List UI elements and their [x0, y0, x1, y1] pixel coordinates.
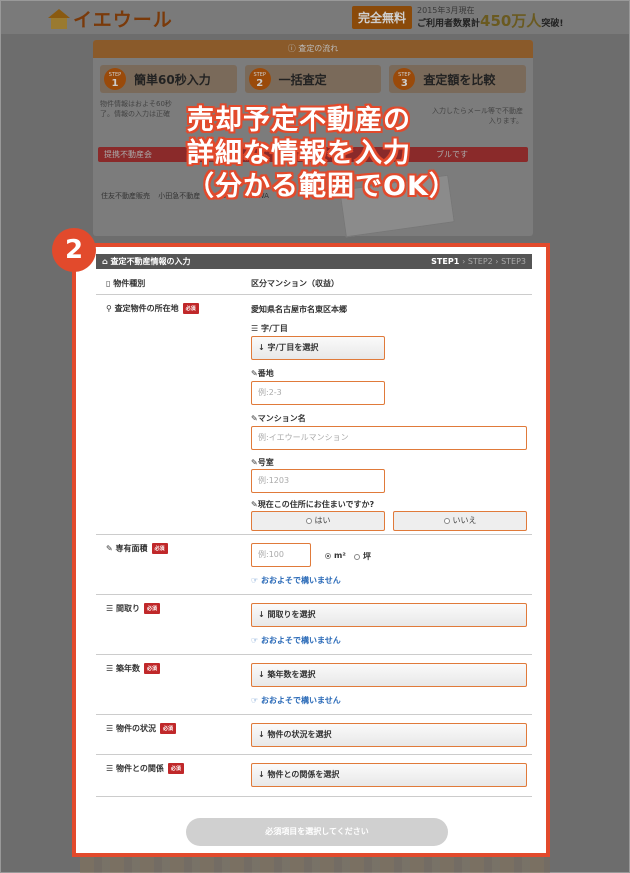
step-2-icon: STEP 2: [248, 68, 271, 90]
hand-pointer-icon: ☞: [251, 636, 259, 645]
row-property-type: ▯ 物件種別 区分マンション（収益）: [96, 269, 532, 295]
pencil-icon: ✎: [251, 500, 258, 509]
flow-step-3-label: 査定額を比較: [423, 72, 496, 87]
row-building-age: ☰ 築年数 必須 ↓ 築年数を選択 ☞ おおよそで構いません: [96, 655, 532, 715]
row-floor-area: ✎ 専有面積 必須 例:100 m² 坪 ☞ おおよそで構いません: [96, 535, 532, 595]
unit-tsubo-radio[interactable]: 坪: [354, 551, 371, 562]
arrow-down-icon: ↓: [258, 730, 265, 739]
list-icon: ☰: [106, 604, 114, 613]
living-question-label: 現在この住所にお住まいですか?: [257, 500, 375, 509]
promo-banner: 完全無料 2015年3月現在 ご利用者数累計450万人突破!: [352, 6, 563, 29]
floor-plan-select-button[interactable]: ↓ 間取りを選択: [251, 603, 527, 627]
home-icon: ⌂: [102, 257, 108, 266]
list-icon: ☰: [106, 764, 114, 773]
aza-label: 字/丁目: [260, 324, 288, 333]
map-pin-icon: ⚲: [106, 304, 112, 313]
unit-m2-radio[interactable]: m²: [325, 551, 346, 560]
radio-selected-icon: [325, 553, 331, 559]
logo-text: イエウール: [73, 9, 173, 31]
site-logo[interactable]: イエウール: [48, 5, 173, 32]
caption-line-2: 詳細な情報を入力: [187, 138, 411, 169]
area-label: 専有面積: [115, 544, 148, 553]
flow-step-1-label: 簡単60秒入力: [134, 72, 211, 87]
list-icon: ☰: [106, 664, 114, 673]
row-location: ⚲ 査定物件の所在地 必須 愛知県名古屋市名東区本郷 ☰ 字/丁目 ↓ 字/丁目を…: [96, 295, 532, 535]
flow-step-2-label: 一括査定: [278, 72, 327, 87]
property-type-label: 物件種別: [113, 279, 146, 288]
pencil-icon: ✎: [106, 544, 113, 553]
room-label: 号室: [257, 458, 274, 467]
row-relation: ☰ 物件との関係 必須 ↓ 物件との関係を選択: [96, 755, 532, 797]
instruction-caption: 売却予定不動産の 詳細な情報を入力 （分かる範囲でOK）: [187, 104, 457, 203]
building-age-select-button[interactable]: ↓ 築年数を選択: [251, 663, 527, 687]
arrow-down-icon: ↓: [258, 343, 265, 352]
list-icon: ☰: [106, 724, 114, 733]
form-title: 査定不動産情報の入力: [110, 257, 191, 266]
hand-pointer-icon: ☞: [251, 576, 259, 585]
site-header: イエウール 完全無料 2015年3月現在 ご利用者数累計450万人突破!: [0, 0, 630, 34]
arrow-down-icon: ↓: [258, 610, 265, 619]
pencil-icon: ✎: [251, 414, 258, 423]
required-badge: 必須: [159, 723, 176, 734]
location-label: 査定物件の所在地: [114, 304, 179, 313]
aza-select-button[interactable]: ↓ 字/丁目を選択: [251, 336, 385, 360]
flow-step-2: STEP 2 一括査定: [244, 65, 382, 93]
list-icon: ☰: [251, 324, 259, 333]
promo-users-count: 450万人: [480, 12, 542, 30]
banchi-label: 番地: [257, 369, 274, 378]
submit-button[interactable]: 必須項目を選択してください: [186, 818, 448, 846]
floor-plan-label: 間取り: [115, 604, 140, 613]
form-header: ⌂ 査定不動産情報の入力 STEP1 › STEP2 › STEP3: [96, 254, 532, 269]
promo-free-badge: 完全無料: [352, 6, 413, 29]
phone-icon: ▯: [106, 279, 111, 288]
required-badge: 必須: [143, 603, 160, 614]
relation-label: 物件との関係: [115, 764, 164, 773]
step-3-icon: STEP 3: [393, 68, 416, 90]
row-property-status: ☰ 物件の状況 必須 ↓ 物件の状況を選択: [96, 715, 532, 755]
arrow-down-icon: ↓: [258, 770, 265, 779]
living-yes-button[interactable]: はい: [251, 511, 385, 531]
caption-line-1: 売却予定不動産の: [187, 105, 411, 136]
step-1-icon: STEP 1: [104, 68, 126, 90]
promo-users-prefix: ご利用者数累計: [417, 19, 481, 29]
hand-pointer-icon: ☞: [251, 696, 259, 705]
mansion-label: マンション名: [257, 414, 306, 423]
living-no-button[interactable]: いいえ: [393, 511, 527, 531]
step-number-badge: 2: [52, 228, 96, 272]
property-info-form: ⌂ 査定不動産情報の入力 STEP1 › STEP2 › STEP3 ▯ 物件種…: [96, 254, 532, 846]
pencil-icon: ✎: [251, 369, 258, 378]
relation-select-button[interactable]: ↓ 物件との関係を選択: [251, 763, 527, 787]
area-hint: ☞ おおよそで構いません: [251, 576, 341, 585]
house-icon: [48, 8, 70, 29]
area-input[interactable]: 例:100: [251, 543, 311, 567]
required-badge: 必須: [182, 303, 199, 314]
radio-icon: [354, 554, 360, 560]
flow-step-3: STEP 3 査定額を比較: [389, 65, 527, 93]
banchi-input[interactable]: 例:2-3: [251, 381, 385, 405]
required-badge: 必須: [143, 663, 160, 674]
property-status-select-button[interactable]: ↓ 物件の状況を選択: [251, 723, 527, 747]
address-value: 愛知県名古屋市名東区本郷: [251, 305, 347, 314]
row-floor-plan: ☰ 間取り 必須 ↓ 間取りを選択 ☞ おおよそで構いません: [96, 595, 532, 655]
flow-step-1: STEP 1 簡単60秒入力: [100, 65, 237, 93]
required-badge: 必須: [151, 543, 168, 554]
property-type-value: 区分マンション（収益）: [251, 279, 339, 288]
form-highlight-frame: ⌂ 査定不動産情報の入力 STEP1 › STEP2 › STEP3 ▯ 物件種…: [72, 243, 550, 857]
partner-logo: 住友不動産販売: [101, 192, 150, 200]
room-number-input[interactable]: 例:1203: [251, 469, 385, 493]
step-indicator: STEP1 › STEP2 › STEP3: [431, 257, 526, 266]
caption-line-3: （分かる範囲でOK）: [187, 171, 457, 202]
required-badge: 必須: [167, 763, 184, 774]
radio-icon: [443, 518, 450, 524]
floor-plan-hint: ☞ おおよそで構いません: [251, 636, 341, 645]
building-age-hint: ☞ おおよそで構いません: [251, 696, 341, 705]
mansion-name-input[interactable]: 例:イエウールマンション: [251, 426, 527, 450]
promo-users-suffix: 突破!: [541, 19, 564, 29]
flow-title: ⓘ 査定の流れ: [93, 40, 533, 58]
building-age-label: 築年数: [115, 664, 140, 673]
property-status-label: 物件の状況: [115, 724, 156, 733]
arrow-down-icon: ↓: [258, 670, 265, 679]
radio-icon: [305, 518, 312, 524]
pencil-icon: ✎: [251, 458, 258, 467]
